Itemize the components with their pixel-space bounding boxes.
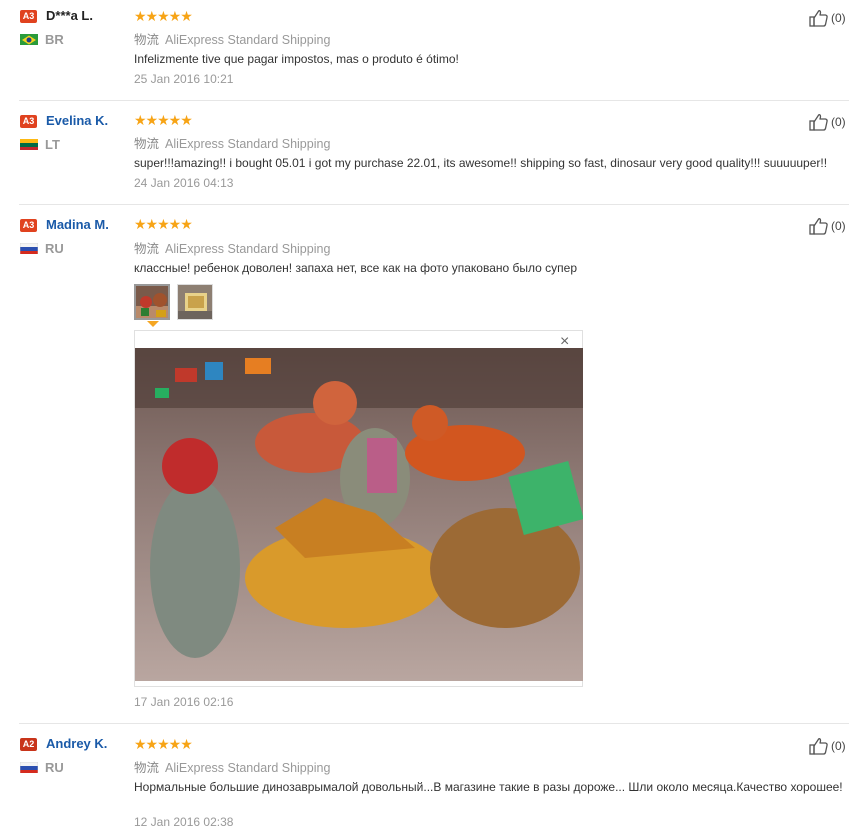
selected-thumbnail-caret: [147, 321, 159, 327]
shipping-method: 物流 AliExpress Standard Shipping: [134, 29, 330, 48]
reviewer-name[interactable]: Andrey K.: [46, 736, 107, 751]
flag-russia-icon: [20, 761, 38, 773]
shipping-label: 物流: [134, 242, 160, 256]
reviewer-name[interactable]: Evelina K.: [46, 113, 108, 128]
helpful-button[interactable]: (0): [809, 216, 846, 236]
reviewer-name: D***a L.: [46, 8, 93, 23]
helpful-button[interactable]: (0): [809, 736, 846, 756]
shipping-label: 物流: [134, 761, 160, 775]
review-text: super!!!amazing!! i bought 05.01 i got m…: [134, 156, 828, 170]
reviewer-country: RU: [45, 241, 64, 256]
divider: [19, 100, 849, 101]
helpful-button[interactable]: (0): [809, 8, 846, 28]
review-photo-thumbnail[interactable]: [177, 284, 213, 320]
helpful-count: (0): [831, 11, 846, 25]
helpful-count: (0): [831, 115, 846, 129]
review-date: 24 Jan 2016 04:13: [134, 176, 234, 190]
buyer-level-badge: A2: [20, 738, 37, 751]
review-text: классные! ребенок доволен! запаха нет, в…: [134, 261, 577, 275]
flag-lithuania-icon: [20, 138, 38, 150]
reviewer-name[interactable]: Madina M.: [46, 217, 109, 232]
thumbs-up-icon: [809, 218, 828, 235]
divider: [19, 723, 849, 724]
review-photo: [135, 348, 583, 681]
reviewer-country: LT: [45, 137, 60, 152]
thumbs-up-icon: [809, 10, 828, 27]
review-photo-thumbnail[interactable]: [134, 284, 170, 320]
shipping-method: 物流 AliExpress Standard Shipping: [134, 757, 330, 776]
rating-stars: ★★★★★: [134, 736, 193, 752]
flag-russia-icon: [20, 242, 38, 254]
shipping-value: AliExpress Standard Shipping: [165, 761, 331, 775]
review-date: 12 Jan 2016 02:38: [134, 815, 234, 829]
helpful-count: (0): [831, 219, 846, 233]
buyer-level-badge: A3: [20, 10, 37, 23]
helpful-button[interactable]: (0): [809, 112, 846, 132]
buyer-level-badge: A3: [20, 115, 37, 128]
review-text: Infelizmente tive que pagar impostos, ma…: [134, 52, 459, 66]
review-date: 25 Jan 2016 10:21: [134, 72, 234, 86]
shipping-value: AliExpress Standard Shipping: [165, 33, 331, 47]
reviewer-country: RU: [45, 760, 64, 775]
shipping-value: AliExpress Standard Shipping: [165, 137, 331, 151]
shipping-method: 物流 AliExpress Standard Shipping: [134, 133, 330, 152]
shipping-label: 物流: [134, 137, 160, 151]
rating-stars: ★★★★★: [134, 112, 193, 128]
reviewer-country: BR: [45, 32, 64, 47]
thumbs-up-icon: [809, 738, 828, 755]
divider: [19, 204, 849, 205]
rating-stars: ★★★★★: [134, 216, 193, 232]
shipping-method: 物流 AliExpress Standard Shipping: [134, 238, 330, 257]
buyer-level-badge: A3: [20, 219, 37, 232]
rating-stars: ★★★★★: [134, 8, 193, 24]
thumbs-up-icon: [809, 114, 828, 131]
helpful-count: (0): [831, 739, 846, 753]
flag-brazil-icon: [20, 33, 38, 45]
shipping-value: AliExpress Standard Shipping: [165, 242, 331, 256]
review-text: Нормальные большие динозаврымалой доволь…: [134, 780, 843, 794]
shipping-label: 物流: [134, 33, 160, 47]
review-date: 17 Jan 2016 02:16: [134, 695, 234, 709]
